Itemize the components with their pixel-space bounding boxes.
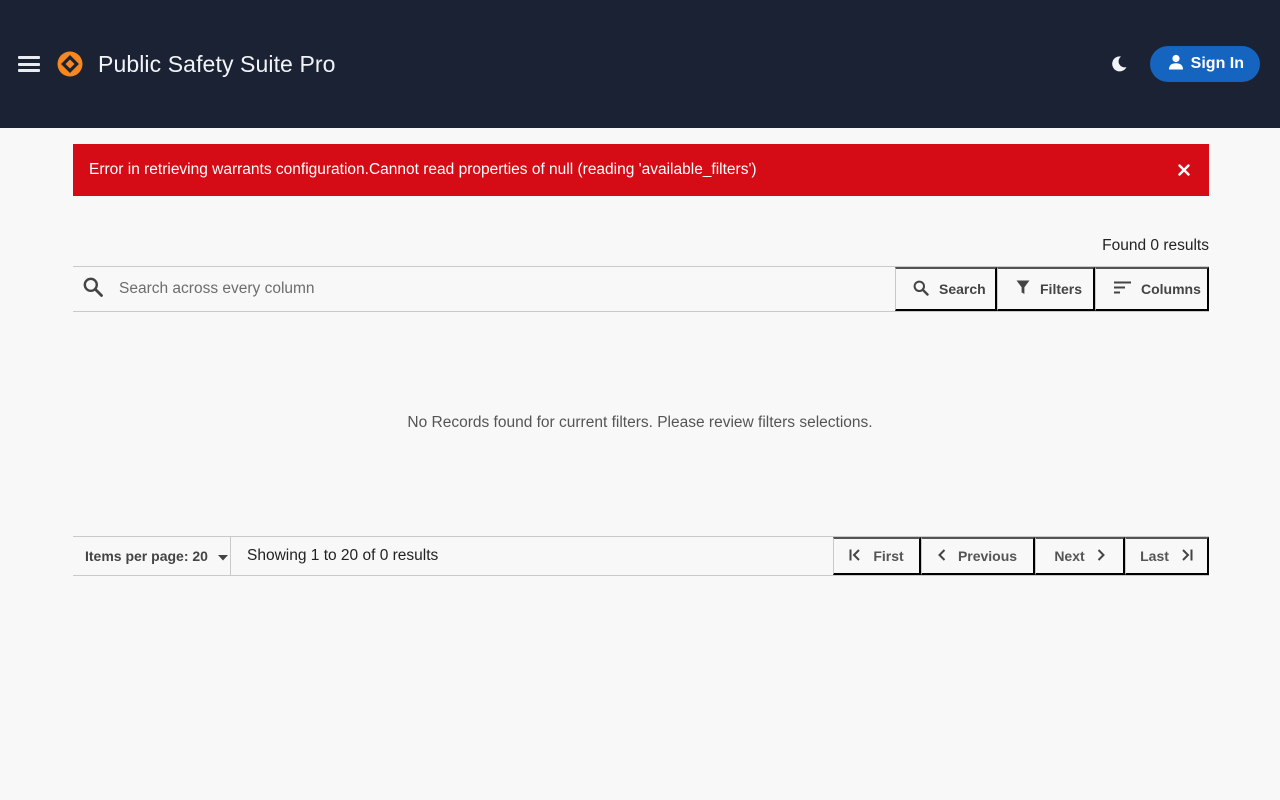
header-right: Sign In — [1108, 46, 1260, 82]
first-page-button[interactable]: First — [833, 537, 921, 575]
columns-button[interactable]: Columns — [1095, 267, 1209, 311]
filters-button-label: Filters — [1040, 281, 1083, 297]
error-message: Error in retrieving warrants configurati… — [89, 161, 757, 178]
moon-icon[interactable] — [1108, 53, 1130, 75]
showing-range: Showing 1 to 20 of 0 results — [247, 547, 439, 564]
close-icon[interactable] — [1177, 163, 1191, 177]
filter-icon — [1016, 280, 1030, 298]
last-page-button[interactable]: Last — [1125, 537, 1209, 575]
next-page-label: Next — [1054, 548, 1085, 564]
columns-icon — [1114, 281, 1131, 297]
search-button[interactable]: Search — [895, 267, 997, 311]
chevron-left-icon — [938, 548, 946, 564]
sign-in-button[interactable]: Sign In — [1149, 46, 1260, 82]
items-per-page-label: Items per page: 20 — [85, 548, 208, 564]
sign-in-label: Sign In — [1190, 55, 1244, 72]
user-icon — [1168, 54, 1184, 75]
first-page-label: First — [873, 548, 904, 564]
pagination-bar: Items per page: 20 Showing 1 to 20 of 0 … — [73, 536, 1209, 576]
search-field[interactable] — [73, 267, 895, 311]
app-header: Public Safety Suite Pro Sign In — [0, 0, 1280, 128]
previous-page-label: Previous — [957, 548, 1018, 564]
last-page-icon — [1181, 548, 1193, 564]
empty-state-message: No Records found for current filters. Pl… — [407, 414, 873, 431]
error-banner: Error in retrieving warrants configurati… — [73, 144, 1209, 196]
dropdown-icon — [217, 548, 228, 564]
search-icon — [913, 280, 929, 299]
logo-icon[interactable] — [56, 50, 84, 78]
menu-icon[interactable] — [18, 55, 40, 73]
next-page-button[interactable]: Next — [1035, 537, 1125, 575]
search-toolbar: Search Filters Columns — [73, 266, 1209, 312]
search-button-label: Search — [939, 281, 986, 297]
app-title: Public Safety Suite Pro — [98, 50, 336, 77]
previous-page-button[interactable]: Previous — [921, 537, 1035, 575]
filters-button[interactable]: Filters — [997, 267, 1095, 311]
columns-button-label: Columns — [1141, 281, 1201, 297]
last-page-label: Last — [1140, 548, 1169, 564]
header-left: Public Safety Suite Pro — [18, 50, 336, 78]
items-per-page-select[interactable]: Items per page: 20 — [73, 537, 231, 575]
search-input[interactable] — [119, 280, 819, 298]
first-page-icon — [849, 548, 861, 564]
results-count: Found 0 results — [1102, 237, 1209, 254]
search-icon — [83, 277, 103, 302]
chevron-right-icon — [1097, 548, 1105, 564]
